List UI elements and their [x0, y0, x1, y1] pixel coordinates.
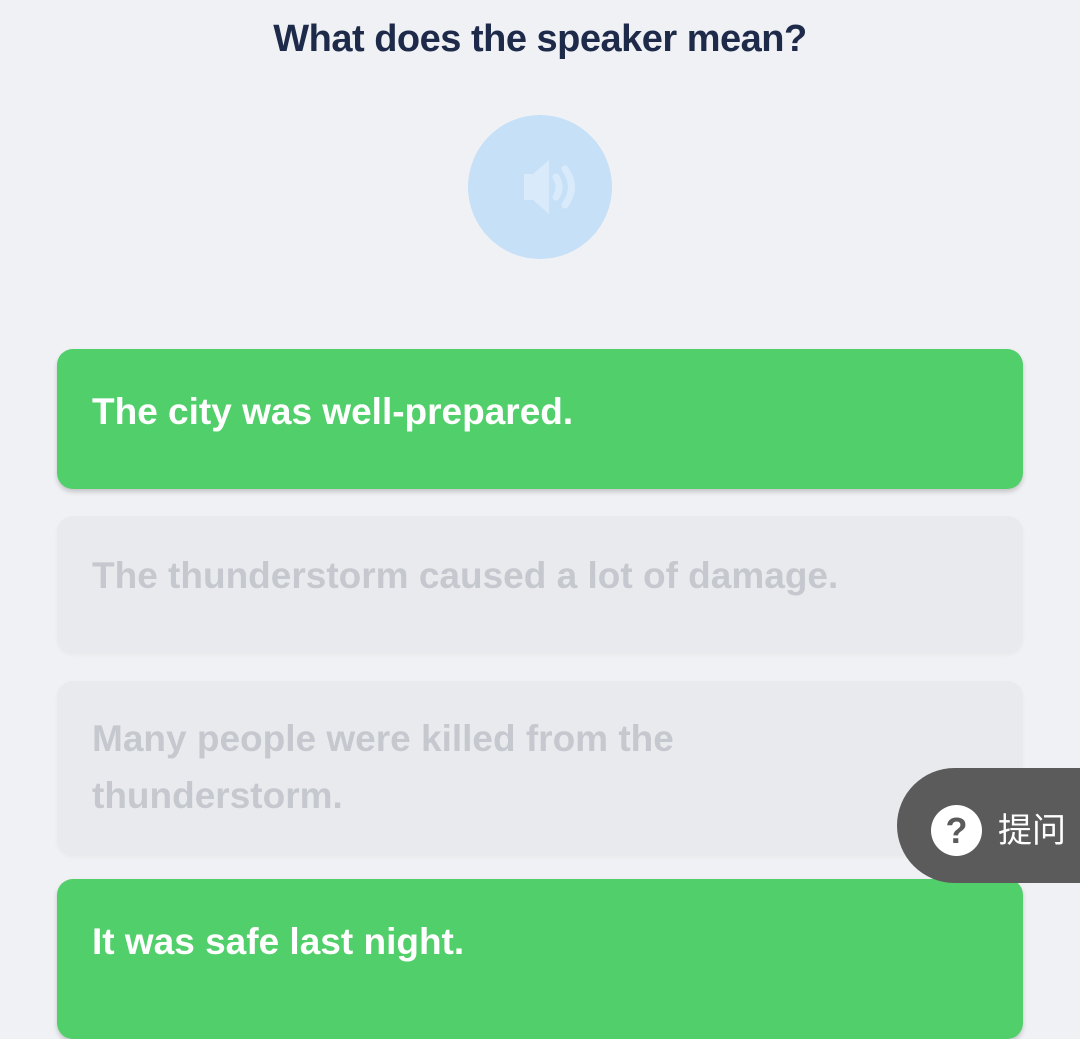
ask-question-button[interactable]: ? 提问 [897, 768, 1080, 883]
answer-option-4[interactable]: It was safe last night. [57, 879, 1023, 1039]
answer-option-label: The city was well-prepared. [92, 391, 574, 432]
answer-option-1[interactable]: The city was well-prepared. [57, 349, 1023, 489]
speaker-icon [524, 160, 575, 214]
answer-option-label: It was safe last night. [92, 921, 465, 962]
answer-option-3[interactable]: Many people were killed from the thunder… [57, 681, 1023, 855]
play-audio-button[interactable] [468, 115, 612, 259]
ask-question-label: 提问 [998, 811, 1066, 851]
answer-option-label: Many people were killed from the thunder… [92, 718, 674, 816]
answer-option-label: The thunderstorm caused a lot of damage. [92, 555, 839, 596]
question-icon: ? [931, 805, 982, 856]
question-title: What does the speaker mean? [273, 18, 807, 60]
answer-option-2[interactable]: The thunderstorm caused a lot of damage. [57, 516, 1023, 653]
